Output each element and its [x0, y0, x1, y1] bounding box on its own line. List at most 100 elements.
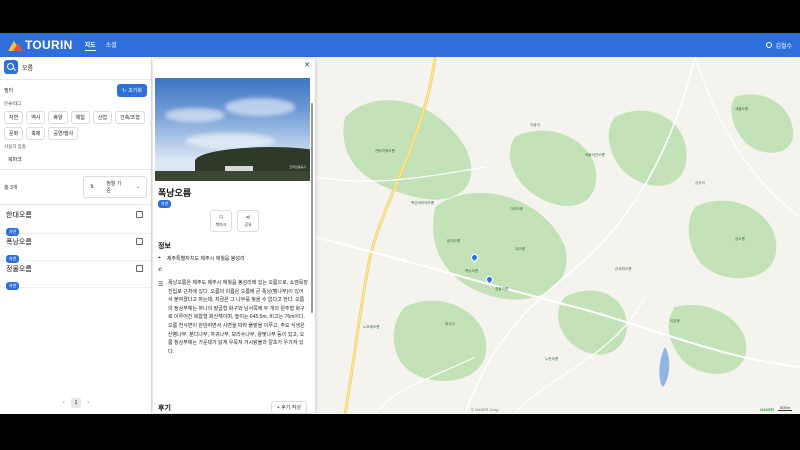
- logo[interactable]: TOURIN: [8, 38, 73, 52]
- user-icon: [766, 42, 773, 48]
- chip-industry[interactable]: 산업: [92, 111, 113, 124]
- map-label: 새별오름: [735, 107, 749, 111]
- description-icon: ☰: [158, 282, 164, 288]
- chip-experience[interactable]: 체험: [70, 111, 90, 124]
- main-nav: 지도 소셜: [84, 40, 117, 51]
- chip-festival[interactable]: 축제: [26, 127, 46, 140]
- write-review-label: 후기 작성: [281, 405, 301, 411]
- share-icon: ⋖: [245, 215, 251, 221]
- address-text: 제주특별자치도 제주시 애월읍 봉성리: [166, 256, 245, 262]
- category-label: 분류/태그: [4, 101, 22, 106]
- map-label: 산새미오름: [615, 267, 632, 271]
- map-label: 괴오름: [515, 247, 525, 251]
- chip-history[interactable]: 역사: [26, 111, 46, 124]
- search-bar: [0, 57, 151, 77]
- sort-dropdown[interactable]: ⇅ 정렬 기준 ⌄: [83, 176, 147, 198]
- chip-architecture[interactable]: 건축/조형: [115, 111, 145, 124]
- bookmark-button[interactable]: ⌑ 북마크: [210, 210, 232, 232]
- result-name: 한대오름: [6, 212, 32, 219]
- next-page-icon[interactable]: ›: [87, 400, 89, 406]
- category-chips: 자연 역사 휴양 체험 산업 건축/조형 문화 축제 공연/행사: [0, 109, 151, 142]
- divider: [0, 79, 151, 80]
- map-label: 북돌아진오름: [585, 153, 605, 157]
- chip-bookmark[interactable]: 북마크: [4, 154, 26, 165]
- open-icon[interactable]: [136, 265, 143, 272]
- chevron-down-icon: ⌄: [135, 184, 140, 190]
- map-label: 다래오름: [510, 207, 524, 211]
- divider: [0, 169, 151, 170]
- result-name: 폭낭오름: [6, 239, 32, 246]
- map-label: 한대오름: [447, 239, 461, 243]
- pagination: ‹ 1 ›: [0, 398, 152, 408]
- search-icon[interactable]: [4, 60, 18, 74]
- share-button[interactable]: ⋖ 공유: [237, 210, 259, 232]
- prev-page-icon[interactable]: ‹: [63, 400, 65, 406]
- naver-logo: NAVER: [760, 407, 774, 412]
- top-nav-bar: TOURIN 지도 소셜 김철수: [0, 33, 800, 57]
- map-label: 족은바리메오름: [411, 201, 435, 205]
- map-label: 봉성리: [445, 322, 455, 326]
- user-filter-chips: 북마크: [0, 152, 151, 167]
- sort-icon: ⇅: [90, 184, 95, 190]
- nav-map[interactable]: 지도: [84, 40, 96, 51]
- map-view[interactable]: 폭낭오름 한대오름 정물오름 큰바리메오름 족은바리메오름 노꼬메오름 괴오름 …: [315, 57, 800, 414]
- map-label: 누운오름: [545, 357, 559, 361]
- location-pin-icon: ⌖: [158, 255, 161, 261]
- map-label: 노꼬메오름: [363, 325, 380, 329]
- sort-label: 정렬 기준: [106, 181, 122, 194]
- nav-social[interactable]: 소셜: [106, 40, 117, 51]
- app-window: TOURIN 지도 소셜 김철수 필터 ↻초기화 분류/태그 자연 역사 휴양 …: [0, 33, 800, 414]
- page-number[interactable]: 1: [70, 398, 82, 408]
- address-row: ⌖ 제주특별자치도 제주시 애월읍 봉성리: [158, 255, 245, 262]
- chip-performance[interactable]: 공연/행사: [48, 127, 79, 140]
- map-credit: © NAVER Corp.: [471, 407, 500, 412]
- results-header: 총 3개 ⇅ 정렬 기준 ⌄: [0, 172, 151, 202]
- result-item[interactable]: 폭낭오름 자연: [0, 234, 151, 263]
- reset-button[interactable]: ↻ 초기화: [116, 84, 147, 97]
- total-count: 총 3개: [4, 184, 18, 191]
- user-name: 김철수: [775, 43, 792, 50]
- place-photo: 한국관광공사: [155, 78, 310, 181]
- refresh-icon: ↻: [121, 87, 127, 94]
- info-heading: 정보: [158, 243, 171, 250]
- result-item[interactable]: 한대오름 자연: [0, 207, 151, 236]
- brand-name: TOURIN: [25, 38, 73, 52]
- chip-rest[interactable]: 휴양: [48, 111, 68, 124]
- map-label: 어음리: [530, 123, 540, 127]
- place-detail-panel: ✕ 한국관광공사 폭낭오름 자연 ⌑ 북마크 ⋖ 공유 정보 ⌖ 제주특별자치도…: [153, 59, 315, 413]
- result-tag: 자연: [6, 282, 20, 290]
- phone-row: ✆: [158, 267, 162, 273]
- mountain-icon: [8, 40, 23, 51]
- review-heading: 후기: [158, 405, 171, 412]
- map-label: 정물오름: [495, 287, 509, 291]
- close-icon[interactable]: ✕: [304, 61, 310, 69]
- open-icon[interactable]: [136, 238, 143, 245]
- place-tag: 자연: [158, 200, 172, 208]
- user-filter-label: 사용자 맞춤: [4, 144, 26, 149]
- filter-label: 필터: [4, 88, 14, 94]
- map-label: 금악리: [695, 181, 705, 185]
- phone-icon: ✆: [158, 267, 163, 273]
- open-icon[interactable]: [136, 211, 143, 218]
- reset-label: 초기화: [128, 88, 142, 94]
- share-label: 공유: [244, 222, 252, 227]
- filter-header: 필터 ↻ 초기화: [0, 82, 151, 99]
- map-label: 큰바리메오름: [375, 149, 395, 153]
- bookmark-label: 북마크: [215, 222, 227, 227]
- chip-culture[interactable]: 문화: [4, 127, 24, 140]
- chip-nature[interactable]: 자연: [4, 111, 24, 124]
- search-panel: 필터 ↻초기화 분류/태그 자연 역사 휴양 체험 산업 건축/조형 문화 축제…: [0, 57, 152, 414]
- map-label: 금오름: [735, 237, 745, 241]
- map-label: 폭낭오름: [465, 269, 479, 273]
- result-item[interactable]: 정물오름 자연: [0, 261, 151, 290]
- user-menu[interactable]: 김철수: [766, 41, 792, 50]
- map-label: 이달봉: [670, 319, 680, 323]
- result-name: 정물오름: [6, 266, 32, 273]
- write-review-button[interactable]: + 후기 작성: [270, 401, 307, 413]
- panel-scrollbar[interactable]: [311, 103, 313, 313]
- place-title: 폭낭오름: [158, 188, 192, 198]
- search-input[interactable]: [22, 60, 147, 74]
- divider: [0, 204, 151, 205]
- map-scale: 500m: [778, 405, 792, 411]
- photo-caption: 한국관광공사: [289, 165, 306, 169]
